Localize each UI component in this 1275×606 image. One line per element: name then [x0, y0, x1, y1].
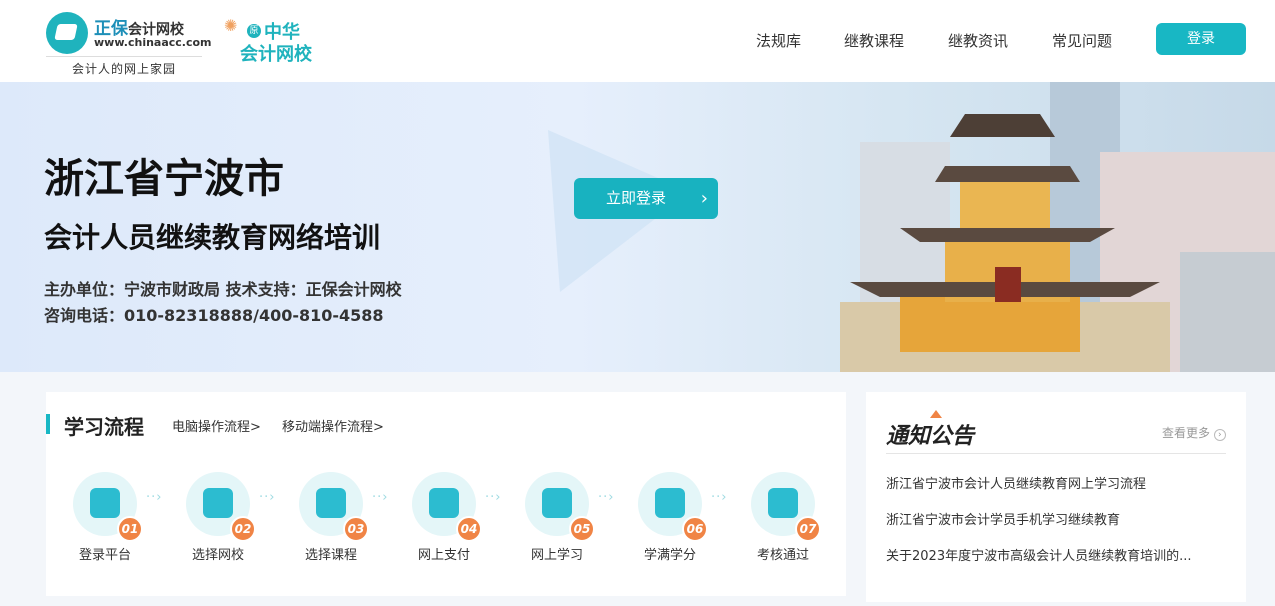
nav-laws[interactable]: 法规库 [756, 30, 801, 51]
step-circle: 07 [751, 472, 821, 542]
calendar-icon [316, 488, 346, 518]
step-number: 06 [682, 516, 708, 542]
process-step: 04 网上支付 [399, 472, 489, 563]
hero-banner: 浙江省宁波市 会计人员继续教育网络培训 主办单位：宁波市财政局 技术支持：正保会… [0, 82, 1275, 372]
step-label: 登录平台 [78, 548, 131, 563]
notice-more-link[interactable]: 查看更多 › [1162, 424, 1226, 441]
step-circle: 06 [638, 472, 708, 542]
process-step: 01 登录平台 [60, 472, 150, 563]
process-title: 学习流程 [64, 415, 144, 439]
chevron-right-icon: › [1213, 429, 1226, 441]
banner-subtitle: 会计人员继续教育网络培训 [44, 221, 381, 254]
step-connector: ··› [598, 490, 615, 505]
step-circle: 01 [73, 472, 143, 542]
banner-title: 浙江省宁波市 [44, 156, 284, 202]
notice-divider [886, 453, 1226, 454]
step-connector: ··› [259, 490, 276, 505]
user-icon [90, 488, 120, 518]
nav-courses[interactable]: 继教课程 [844, 30, 904, 51]
pc-guide-link[interactable]: 电脑操作流程> [172, 416, 261, 435]
step-connector: ··› [485, 490, 502, 505]
step-label: 学满学分 [643, 548, 696, 563]
scroll-icon [203, 488, 233, 518]
shield-check-icon [429, 488, 459, 518]
step-number: 07 [795, 516, 821, 542]
check-icon [655, 488, 685, 518]
step-number: 03 [343, 516, 369, 542]
step-label: 网上支付 [417, 548, 470, 563]
step-circle: 04 [412, 472, 482, 542]
notice-title: 通知公告 [886, 423, 975, 449]
process-step: 06 学满学分 [625, 472, 715, 563]
former-brand-line2: 会计网校 [240, 44, 312, 65]
process-step: 02 选择网校 [173, 472, 263, 563]
step-connector: ··› [146, 490, 163, 505]
chinaacc-logo-icon [46, 12, 88, 54]
step-label: 选择网校 [191, 548, 244, 563]
login-button[interactable]: 登录 [1156, 23, 1246, 55]
banner-phone: 咨询电话：010-82318888/400-810-4588 [44, 306, 384, 325]
step-number: 04 [456, 516, 482, 542]
step-label: 选择课程 [304, 548, 357, 563]
step-circle: 02 [186, 472, 256, 542]
sun-icon: ✺ [224, 16, 238, 35]
nav-faq[interactable]: 常见问题 [1052, 30, 1112, 51]
banner-login-button[interactable]: 立即登录 [574, 178, 718, 219]
banner-sponsor: 主办单位：宁波市财政局 技术支持：正保会计网校 [44, 280, 402, 299]
site-header: 正保会计网校 www.chinaacc.com 会计人的网上家园 ✺ 原 中华 … [0, 0, 1275, 82]
process-step: 05 网上学习 [512, 472, 602, 563]
step-circle: 03 [299, 472, 369, 542]
step-connector: ··› [711, 490, 728, 505]
step-label: 网上学习 [530, 548, 583, 563]
step-number: 01 [117, 516, 143, 542]
step-circle: 05 [525, 472, 595, 542]
mobile-guide-link[interactable]: 移动端操作流程> [282, 416, 384, 435]
edit-icon [542, 488, 572, 518]
step-label: 考核通过 [756, 548, 809, 563]
step-number: 02 [230, 516, 256, 542]
process-step: 03 选择课程 [286, 472, 376, 563]
logo-url: www.chinaacc.com [94, 36, 212, 49]
former-brand-logo: ✺ 原 中华 会计网校 [222, 14, 332, 65]
process-step: 07 考核通过 [738, 472, 828, 563]
notice-item[interactable]: 关于2023年度宁波市高级会计人员继续教育培训的... [886, 545, 1216, 564]
logo-slogan: 会计人的网上家园 [46, 56, 202, 77]
step-number: 05 [569, 516, 595, 542]
notice-item[interactable]: 浙江省宁波市会计人员继续教育网上学习流程 [886, 473, 1216, 492]
former-badge: 原 [247, 24, 261, 38]
step-connector: ··› [372, 490, 389, 505]
nav-news[interactable]: 继教资讯 [948, 30, 1008, 51]
crown-icon [930, 410, 942, 418]
section-marker [46, 414, 50, 434]
site-logo[interactable]: 正保会计网校 www.chinaacc.com 会计人的网上家园 [46, 12, 212, 77]
search-icon [768, 488, 798, 518]
notice-item[interactable]: 浙江省宁波市会计学员手机学习继续教育 [886, 509, 1216, 528]
